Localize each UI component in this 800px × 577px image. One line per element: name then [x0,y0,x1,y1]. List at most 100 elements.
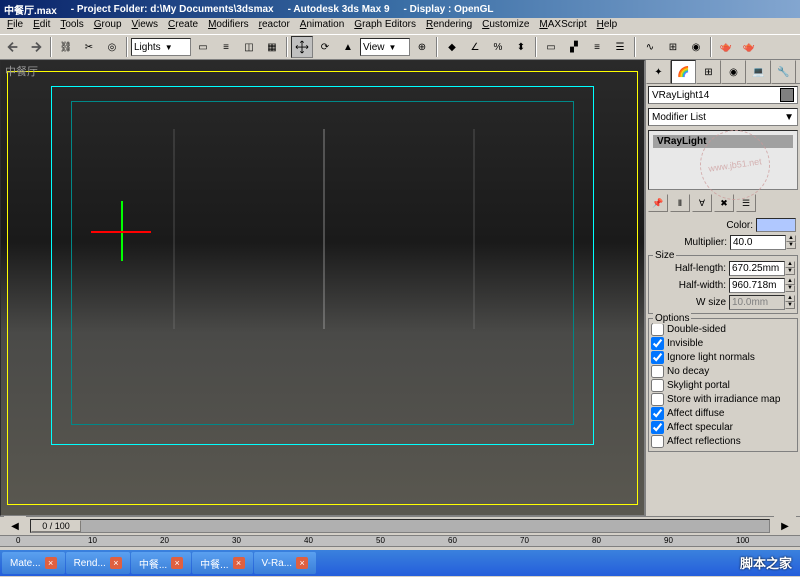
quick-render-button[interactable]: 🫖 [738,36,760,58]
material-editor-button[interactable]: ◉ [685,36,707,58]
menu-views[interactable]: Views [127,18,164,34]
modifier-list-dropdown[interactable]: Modifier List▼ [648,108,798,126]
move-button[interactable] [291,36,313,58]
w-size-spinner: ▲▼ [785,295,795,309]
half-length-field[interactable]: 670.25mm [729,261,785,276]
curve-editor-button[interactable]: ∿ [639,36,661,58]
pin-stack-button[interactable]: 📌 [648,194,668,212]
mirror-button[interactable]: ▞ [563,36,585,58]
percent-snap-button[interactable]: % [487,36,509,58]
title-display: - Display : OpenGL [404,4,494,15]
command-panel: ✦ 🌈 ⊞ ◉ 💻 🔧 VRayLight14 Modifier List▼ V… [645,60,800,516]
taskbar-item-2[interactable]: Rend...× [66,552,130,574]
undo-button[interactable] [2,36,24,58]
refcoord-dropdown[interactable]: View▼ [360,38,410,56]
layers-button[interactable]: ☰ [609,36,631,58]
tab-motion[interactable]: ◉ [721,60,746,84]
menu-edit[interactable]: Edit [28,18,55,34]
half-width-spinner[interactable]: ▲▼ [785,278,795,292]
close-icon[interactable]: × [233,557,245,569]
select-region-button[interactable]: ◫ [238,36,260,58]
menu-group[interactable]: Group [89,18,127,34]
close-icon[interactable]: × [296,557,308,569]
timeslider-next[interactable]: ▶ [774,515,796,537]
close-icon[interactable]: × [171,557,183,569]
menu-tools[interactable]: Tools [55,18,88,34]
menu-file[interactable]: File [2,18,28,34]
store-irradiance-checkbox[interactable] [651,393,664,406]
move-gizmo-icon[interactable] [121,201,123,261]
selection-filter-dropdown[interactable]: Lights▼ [131,38,191,56]
object-color-swatch[interactable] [780,88,794,102]
menu-animation[interactable]: Animation [295,18,349,34]
menu-reactor[interactable]: reactor [254,18,295,34]
rotate-button[interactable]: ⟳ [314,36,336,58]
half-width-field[interactable]: 960.718m [729,278,785,293]
taskbar-item-5[interactable]: V-Ra...× [254,552,317,574]
angle-snap-button[interactable]: ∠ [464,36,486,58]
close-icon[interactable]: × [45,557,57,569]
menu-create[interactable]: Create [163,18,203,34]
link-button[interactable]: ⛓ [55,36,77,58]
title-bar: 中餐厅.max - Project Folder: d:\My Document… [0,0,800,18]
taskbar-item-4[interactable]: 中餐...× [192,552,252,574]
unique-button[interactable]: ∀ [692,194,712,212]
taskbar-item-3[interactable]: 中餐...× [131,552,191,574]
title-file: 中餐厅.max [4,2,57,17]
close-icon[interactable]: × [110,557,122,569]
color-swatch[interactable] [756,218,796,232]
tab-modify[interactable]: 🌈 [671,60,696,84]
menu-rendering[interactable]: Rendering [421,18,477,34]
invisible-checkbox[interactable] [651,337,664,350]
multiplier-spinner[interactable]: ▲▼ [786,235,796,249]
configure-button[interactable]: ☰ [736,194,756,212]
color-label: Color: [650,220,753,231]
viewport[interactable]: 中餐厅 [0,60,645,516]
timeslider-prev[interactable]: ◀ [4,515,26,537]
spinner-snap-button[interactable]: ⬍ [510,36,532,58]
show-end-button[interactable]: Ⅱ [670,194,690,212]
double-sided-checkbox[interactable] [651,323,664,336]
title-app: - Autodesk 3ds Max 9 [288,4,390,15]
bind-button[interactable]: ◎ [101,36,123,58]
menu-customize[interactable]: Customize [477,18,534,34]
footer-watermark: 脚本之家 [740,553,792,572]
track-bar[interactable]: 0 10 20 30 40 50 60 70 80 90 100 [0,535,800,547]
named-sel-button[interactable]: ▭ [540,36,562,58]
window-crossing-button[interactable]: ▦ [261,36,283,58]
select-name-button[interactable]: ≡ [215,36,237,58]
time-thumb[interactable]: 0 / 100 [31,520,81,532]
object-name-field[interactable]: VRayLight14 [648,86,798,104]
time-slider[interactable]: ◀ 0 / 100 ▶ [0,517,800,535]
no-decay-checkbox[interactable] [651,365,664,378]
scale-button[interactable]: ▲ [337,36,359,58]
render-scene-button[interactable]: 🫖 [715,36,737,58]
half-length-spinner[interactable]: ▲▼ [785,261,795,275]
main-toolbar: ⛓ ✂ ◎ Lights▼ ▭ ≡ ◫ ▦ ⟳ ▲ View▼ ⊕ ◆ ∠ % … [0,34,800,60]
unlink-button[interactable]: ✂ [78,36,100,58]
menu-help[interactable]: Help [592,18,623,34]
align-button[interactable]: ≡ [586,36,608,58]
snap-button[interactable]: ◆ [441,36,463,58]
modifier-stack[interactable]: VRayLight [648,130,798,190]
tab-display[interactable]: 💻 [746,60,771,84]
stack-item-vraylight[interactable]: VRayLight [653,135,793,148]
affect-diffuse-checkbox[interactable] [651,407,664,420]
tab-hierarchy[interactable]: ⊞ [696,60,721,84]
schematic-button[interactable]: ⊞ [662,36,684,58]
menu-maxscript[interactable]: MAXScript [534,18,591,34]
multiplier-field[interactable]: 40.0 [730,235,786,250]
affect-specular-checkbox[interactable] [651,421,664,434]
remove-mod-button[interactable]: ✖ [714,194,734,212]
taskbar-item-1[interactable]: Mate...× [2,552,65,574]
menu-grapheditors[interactable]: Graph Editors [349,18,421,34]
redo-button[interactable] [25,36,47,58]
pivot-button[interactable]: ⊕ [411,36,433,58]
menu-modifiers[interactable]: Modifiers [203,18,254,34]
tab-create[interactable]: ✦ [646,60,671,84]
skylight-checkbox[interactable] [651,379,664,392]
ignore-normals-checkbox[interactable] [651,351,664,364]
tab-utilities[interactable]: 🔧 [771,60,796,84]
affect-reflect-checkbox[interactable] [651,435,664,448]
select-button[interactable]: ▭ [192,36,214,58]
